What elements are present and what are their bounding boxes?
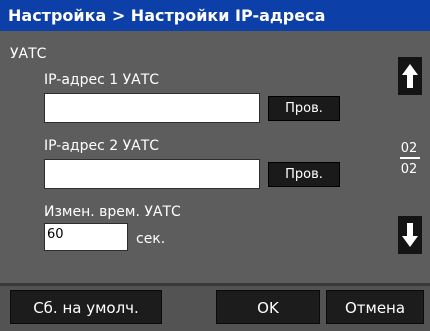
scroll-up-button[interactable] (398, 57, 422, 95)
time-change-label: Измен. врем. УАТС (44, 204, 181, 220)
ip-address-2-label: IP-адрес 2 УАТС (44, 138, 160, 154)
cancel-button[interactable]: Отмена (326, 290, 424, 324)
screen-title: Настройка > Настройки IP-адреса (0, 0, 430, 31)
check-ip-2-button[interactable]: Пров. (268, 162, 340, 187)
page-total: 02 (400, 162, 418, 177)
scroll-down-button[interactable] (398, 216, 422, 254)
check-ip-1-button[interactable]: Пров. (268, 96, 340, 121)
reset-default-button[interactable]: Сб. на умолч. (10, 290, 162, 324)
arrow-down-icon (402, 223, 418, 247)
time-change-input[interactable]: 60 (44, 223, 128, 251)
time-change-unit: сек. (136, 231, 166, 247)
page-current: 02 (400, 141, 418, 156)
ip-address-2-input[interactable] (44, 159, 260, 189)
section-label: УАТС (10, 46, 47, 62)
arrow-up-icon (402, 64, 418, 88)
ip-address-1-input[interactable] (44, 93, 260, 123)
ip-address-1-label: IP-адрес 1 УАТС (44, 72, 160, 88)
ok-button[interactable]: OK (216, 290, 320, 324)
page-divider (400, 157, 420, 159)
